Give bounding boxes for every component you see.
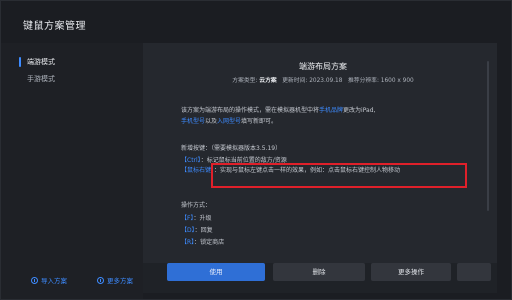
active-indicator [19, 57, 21, 67]
window-title: 键鼠方案管理 [23, 21, 86, 32]
op-desc: ：升级 [193, 215, 212, 222]
op-key: 【R】 [181, 239, 195, 246]
delete-button[interactable]: 删除 [273, 263, 365, 281]
more-schemes-link[interactable]: 更多方案 [97, 275, 133, 285]
scheme-manager-window: 键鼠方案管理 端游模式 手游模式 导入方案 更多方案 端游布局方案 方案类型: … [0, 0, 512, 300]
scrollbar[interactable] [487, 61, 489, 211]
description-text: 填写新即可。 [241, 118, 278, 125]
scheme-meta: 方案类型: 云方案 更新时间: 2023.09.18 推荐分辨率: 1600 x… [167, 75, 479, 84]
new-keys-heading: 新增按键：（需要模拟器版本3.5.19） [181, 145, 282, 152]
sidebar-item-label: 端游模式 [27, 58, 55, 66]
op-row: 【F】：升级 [181, 213, 471, 224]
more-schemes-label: 更多方案 [107, 277, 133, 285]
update-label: 更新时间: [282, 78, 308, 84]
sidebar-item-mobile-mode[interactable]: 手游模式 [1, 70, 143, 88]
op-key: 【F】 [181, 215, 194, 222]
ctrl-key: 【Ctrl】 [181, 157, 201, 164]
op-desc: ：回复 [194, 227, 213, 234]
extra-button[interactable] [457, 263, 491, 281]
op-key: 【D】 [181, 227, 195, 234]
mouse-right-key: 【鼠标右键】 [181, 167, 215, 174]
more-actions-button[interactable]: 更多操作 [371, 263, 451, 281]
scheme-title: 端游布局方案 [299, 62, 347, 71]
op-desc: ：锁定商店 [194, 239, 225, 246]
description-text: 更改为iPad, [343, 107, 376, 114]
import-scheme-label: 导入方案 [41, 277, 67, 285]
type-value: 云方案 [259, 78, 277, 84]
update-value: 2023.09.18 [309, 78, 343, 84]
sidebar-item-label: 手游模式 [27, 75, 55, 83]
op-row: 【D】：回复 [181, 225, 471, 236]
resolution-label: 推荐分辨率: [347, 78, 379, 84]
sidebar-item-pc-mode[interactable]: 端游模式 [1, 53, 143, 71]
resolution-value: 1600 x 900 [380, 78, 414, 84]
phone-model-link[interactable]: 手机型号 [181, 118, 205, 125]
highlight-box [211, 163, 467, 188]
ops-heading: 操作方式： [181, 202, 212, 209]
title-bar: 键鼠方案管理 [1, 1, 511, 43]
op-row: 【R】：锁定商店 [181, 237, 471, 248]
scheme-description: 该方案为端游布局的操作模式，需在模拟器机型中将手机品牌更改为iPad, 手机型号… [181, 105, 461, 127]
import-icon [31, 276, 38, 284]
apply-button[interactable]: 使用 [167, 263, 265, 281]
import-scheme-link[interactable]: 导入方案 [31, 275, 67, 285]
refresh-icon [97, 276, 104, 284]
type-label: 方案类型: [232, 78, 258, 84]
description-text: 以及 [205, 118, 218, 125]
network-model-link[interactable]: 入网型号 [217, 118, 241, 125]
phone-brand-link[interactable]: 手机品牌 [319, 107, 343, 114]
description-text: 该方案为端游布局的操作模式，需在模拟器机型中将 [181, 107, 320, 114]
